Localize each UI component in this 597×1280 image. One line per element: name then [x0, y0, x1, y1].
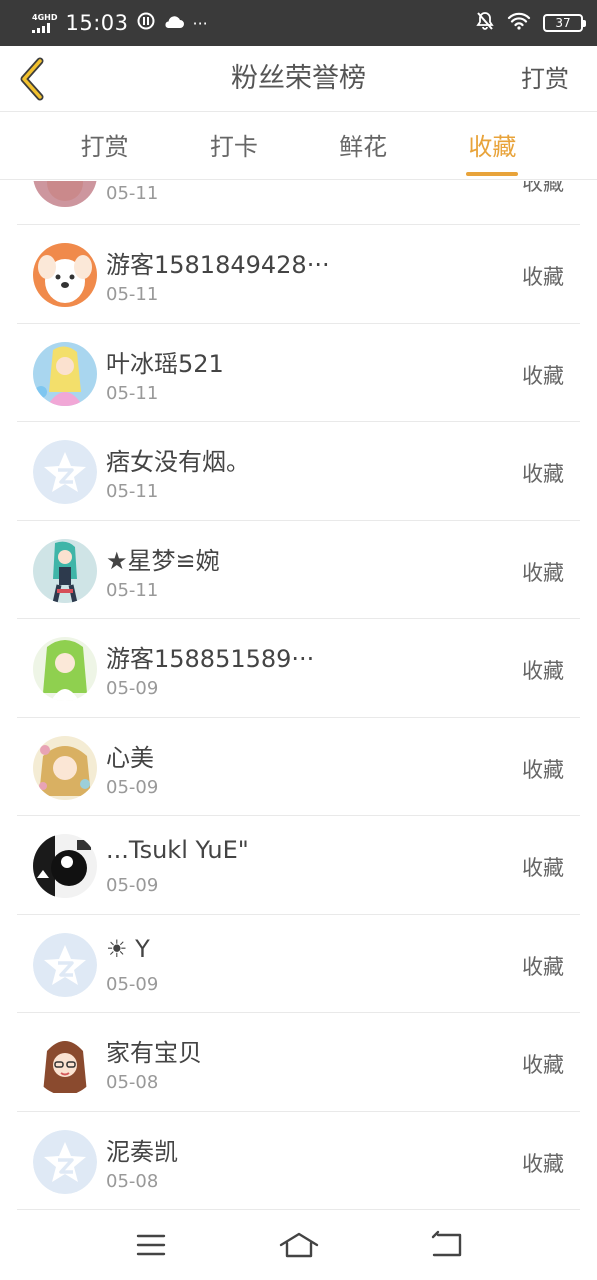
list-item[interactable]: 心美 05-09 收藏 — [17, 718, 580, 816]
default-avatar-icon — [33, 440, 97, 504]
item-action-label: 收藏 — [522, 757, 564, 782]
item-action-label: 收藏 — [522, 181, 564, 195]
tab-checkin[interactable]: 打卡 — [208, 112, 260, 180]
item-name: 心美 — [106, 743, 154, 772]
item-name: 泥奏凯 — [106, 1137, 178, 1166]
item-action-label: 收藏 — [522, 856, 564, 880]
item-action-label: 收藏 — [522, 462, 564, 486]
item-date: 05-08 — [106, 1072, 159, 1093]
default-avatar-icon — [33, 1129, 97, 1194]
item-action-label: 收藏 — [522, 954, 564, 979]
system-nav-bar — [0, 1210, 597, 1280]
item-action-label: 收藏 — [522, 363, 564, 388]
tab-reward[interactable]: 打赏 — [79, 112, 131, 180]
back-nav-button[interactable] — [426, 1229, 468, 1261]
list-item[interactable]: 泥奏凯 05-08 收藏 — [17, 1112, 580, 1210]
fan-list: 05-11 收藏 游客1581849428··· 05-11 收藏 叶冰瑶521… — [0, 181, 597, 1210]
list-item[interactable]: 痞女没有烟。 05-11 收藏 — [17, 422, 580, 521]
status-bar: 4GHD 15:03 ··· 37 — [0, 0, 597, 46]
item-action-label: 收藏 — [522, 265, 564, 289]
item-date: 05-11 — [106, 579, 159, 601]
avatar — [33, 834, 97, 898]
item-date: 05-08 — [106, 1170, 159, 1192]
list-item[interactable]: 05-11 收藏 — [17, 181, 580, 225]
menu-icon — [136, 1234, 165, 1256]
avatar — [33, 243, 97, 307]
more-status-icon: ··· — [192, 13, 208, 33]
mute-bell-icon — [475, 11, 495, 35]
item-date: 05-09 — [106, 875, 159, 896]
menu-button[interactable] — [130, 1229, 172, 1261]
wifi-icon — [507, 12, 531, 34]
avatar — [33, 637, 97, 701]
item-action-label: 收藏 — [522, 560, 564, 585]
back-arrow-icon — [431, 1230, 461, 1257]
item-date: 05-11 — [106, 183, 159, 204]
item-name: 游客1581849428··· — [106, 251, 330, 279]
item-name: 家有宝贝 — [106, 1039, 202, 1067]
home-icon — [279, 1232, 318, 1258]
item-date: 05-11 — [106, 382, 159, 404]
list-item[interactable]: ...Tsukl YuE" 05-09 收藏 — [17, 816, 580, 915]
item-name: ☀ Y — [106, 934, 150, 963]
item-date: 05-09 — [106, 678, 159, 699]
item-name: 游客158851589··· — [106, 645, 315, 673]
item-action-label: 收藏 — [522, 659, 564, 683]
item-name: ★星梦≌婉 — [106, 546, 220, 575]
item-date: 05-11 — [106, 284, 159, 305]
page-title: 粉丝荣誉榜 — [231, 63, 366, 94]
item-date: 05-09 — [106, 776, 159, 798]
avatar — [33, 181, 97, 207]
avatar — [33, 341, 97, 406]
back-button[interactable] — [14, 56, 54, 102]
avatar — [33, 1031, 97, 1095]
item-action-label: 收藏 — [522, 1053, 564, 1077]
chevron-left-icon — [20, 57, 44, 101]
tab-flowers[interactable]: 鲜花 — [337, 112, 389, 180]
avatar — [33, 735, 97, 800]
home-button[interactable] — [278, 1229, 320, 1261]
default-avatar-icon — [33, 932, 97, 997]
cloud-icon — [163, 13, 185, 33]
list-item[interactable]: ☀ Y 05-09 收藏 — [17, 915, 580, 1013]
item-name: ...Tsukl YuE" — [106, 836, 249, 864]
tab-favorites[interactable]: 收藏 — [466, 112, 519, 180]
list-item[interactable]: 家有宝贝 05-08 收藏 — [17, 1013, 580, 1112]
clock: 15:03 — [65, 11, 129, 35]
avatar — [33, 538, 97, 603]
item-action-label: 收藏 — [522, 1151, 564, 1176]
list-item[interactable]: ★星梦≌婉 05-11 收藏 — [17, 521, 580, 619]
header: 粉丝荣誉榜 打赏 — [0, 46, 597, 112]
tab-bar: 打赏 打卡 鲜花 收藏 — [0, 112, 597, 180]
item-date: 05-11 — [106, 481, 159, 502]
item-name: 痞女没有烟。 — [106, 448, 250, 476]
signal-icon: 4GHD — [32, 13, 57, 33]
list-item[interactable]: 叶冰瑶521 05-11 收藏 — [17, 324, 580, 422]
list-item[interactable]: 游客158851589··· 05-09 收藏 — [17, 619, 580, 718]
list-item[interactable]: 游客1581849428··· 05-11 收藏 — [17, 225, 580, 324]
battery-icon: 37 — [543, 14, 586, 32]
item-name: 叶冰瑶521 — [106, 349, 224, 378]
notification-app-icon — [137, 12, 155, 34]
reward-button[interactable]: 打赏 — [521, 46, 569, 112]
item-date: 05-09 — [106, 973, 159, 995]
